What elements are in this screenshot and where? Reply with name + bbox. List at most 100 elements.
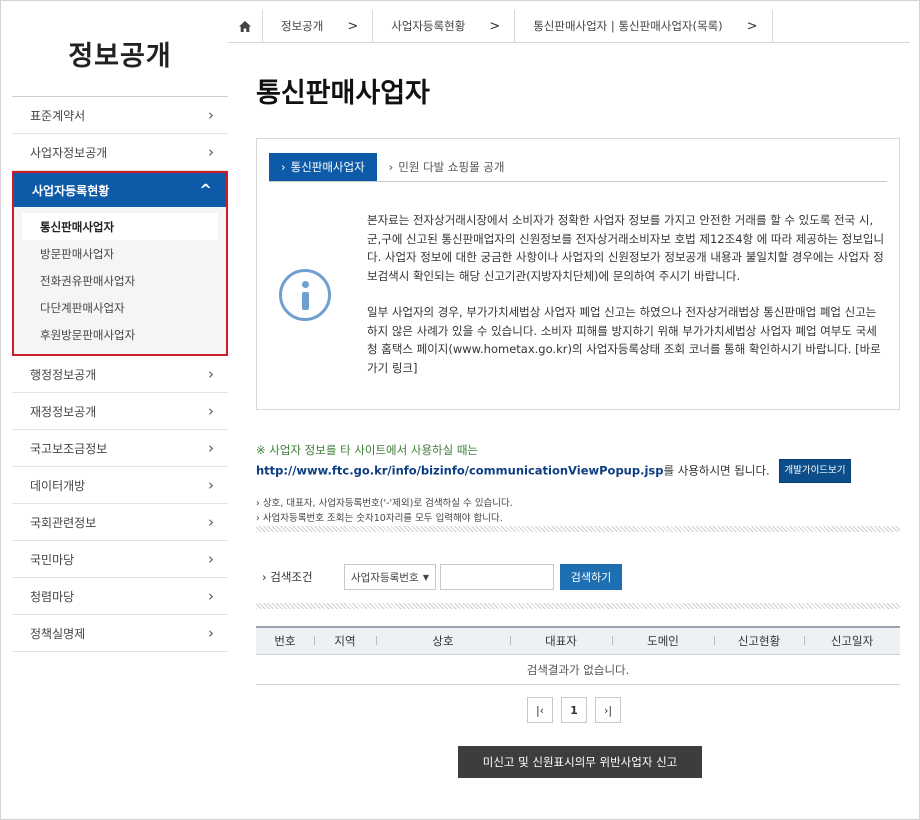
tab-label: 민원 다발 쇼핑몰 공개 [398, 159, 505, 174]
table-header: 번호 지역 상호 대표자 도메인 신고현황 신고일자 [256, 626, 900, 655]
page-number-button[interactable]: 1 [561, 697, 587, 723]
notice-suffix: 를 사용하시면 됩니다. [663, 463, 770, 478]
column-header: 도메인 [612, 633, 714, 649]
search-input[interactable] [440, 564, 554, 590]
dropdown-arrow-icon: ▼ [422, 572, 429, 582]
sidebar-item-business-info[interactable]: 사업자정보공개 › [12, 134, 228, 171]
tab-complaint-malls[interactable]: › 민원 다발 쇼핑몰 공개 [377, 153, 517, 181]
chevron-right-icon: › [208, 365, 214, 383]
sidebar-item-label: 국민마당 [30, 552, 75, 567]
sidebar-item-registration-status[interactable]: 사업자등록현황 ^ [14, 173, 226, 207]
sidebar-item-label: 국회관련정보 [30, 515, 97, 530]
sidebar-item-label: 표준계약서 [30, 108, 86, 123]
breadcrumb-label: 통신판매사업자 | 통신판매사업자(목록) [533, 19, 723, 33]
submenu-item-telecom-sales[interactable]: 통신판매사업자 [22, 213, 218, 240]
info-paragraph-1: 본자료는 전자상거래시장에서 소비자가 정확한 사업자 정보를 가지고 안전한 … [367, 213, 885, 283]
breadcrumb-label: 정보공개 [281, 19, 324, 33]
chevron-right-icon: › [388, 159, 394, 174]
info-icon [279, 269, 331, 321]
sidebar-item-label: 데이터개방 [30, 478, 86, 493]
report-violation-button[interactable]: 미신고 및 신원표시의무 위반사업자 신고 [458, 746, 702, 778]
search-type-select[interactable]: 사업자등록번호 ▼ [344, 564, 436, 590]
search-hints: › 상호, 대표자, 사업자등록번호('-'제외)로 검색하실 수 있습니다. … [256, 496, 900, 526]
chevron-right-icon: › [208, 439, 214, 457]
info-text: 본자료는 전자상거래시장에서 소비자가 정확한 사업자 정보를 가지고 안전한 … [367, 211, 887, 377]
search-button[interactable]: 검색하기 [560, 564, 622, 590]
chevron-right-icon: › [208, 476, 214, 494]
sidebar-item-integrity-yard[interactable]: 청렴마당 › [12, 578, 228, 615]
breadcrumb-label: 사업자등록현황 [391, 19, 466, 33]
chevron-right-icon: › [208, 106, 214, 124]
column-header: 대표자 [510, 633, 612, 649]
notice-line: ※ 사업자 정보를 타 사이트에서 사용하실 때는 [256, 443, 479, 457]
api-notice: ※ 사업자 정보를 타 사이트에서 사용하실 때는 http://www.ftc… [256, 441, 900, 483]
submenu-item-multilevel[interactable]: 다단계판매사업자 [22, 294, 218, 321]
sidebar-item-assembly-info[interactable]: 국회관련정보 › [12, 504, 228, 541]
info-paragraph-2: 일부 사업자의 경우, 부가가치세법상 사업자 폐업 신고는 하였으나 전자상거… [367, 305, 881, 375]
breadcrumb: 정보공개 > 사업자등록현황 > 통신판매사업자 | 통신판매사업자(목록) > [228, 9, 910, 43]
breadcrumb-item[interactable]: 정보공개 > [263, 9, 374, 43]
column-header: 지역 [314, 633, 376, 649]
breadcrumb-item[interactable]: 통신판매사업자 | 통신판매사업자(목록) > [515, 9, 773, 43]
chevron-right-icon: › [208, 143, 214, 161]
sidebar-item-admin-info[interactable]: 행정정보공개 › [12, 356, 228, 393]
page-title: 통신판매사업자 [256, 78, 430, 109]
chevron-right-icon: > [347, 18, 359, 34]
chevron-right-icon: > [489, 18, 501, 34]
sidebar-title: 정보공개 [12, 10, 228, 97]
last-page-button[interactable]: ›| [595, 697, 621, 723]
submenu-item-door-to-door[interactable]: 방문판매사업자 [22, 240, 218, 267]
column-header: 신고현황 [714, 633, 804, 649]
tab-label: 통신판매사업자 [290, 159, 365, 174]
submenu-item-telemarketing[interactable]: 전화권유판매사업자 [22, 267, 218, 294]
chevron-right-icon: › [208, 624, 214, 642]
sidebar-item-label: 사업자등록현황 [32, 183, 110, 198]
search-label: › 검색조건 [262, 570, 313, 584]
column-header: 신고일자 [804, 633, 900, 649]
sidebar-item-label: 국고보조금정보 [30, 441, 108, 456]
info-box: › 통신판매사업자 › 민원 다발 쇼핑몰 공개 본자료는 전자상거래시장에서 … [256, 138, 900, 410]
chevron-right-icon: › [208, 550, 214, 568]
tab-telecom-sales[interactable]: › 통신판매사업자 [269, 152, 377, 181]
divider [256, 603, 900, 609]
hint-line: › 상호, 대표자, 사업자등록번호('-'제외)로 검색하실 수 있습니다. [256, 498, 513, 509]
tab-bar: › 통신판매사업자 › 민원 다발 쇼핑몰 공개 [269, 152, 887, 182]
sidebar-item-label: 사업자정보공개 [30, 145, 108, 160]
notice-url-line: http://www.ftc.go.kr/info/bizinfo/commun… [256, 459, 900, 483]
api-url-link[interactable]: http://www.ftc.go.kr/info/bizinfo/commun… [256, 464, 664, 478]
hint-line: › 사업자등록번호 조회는 숫자10자리를 모두 입력해야 합니다. [256, 513, 503, 524]
column-header: 번호 [274, 634, 296, 648]
sidebar-item-open-data[interactable]: 데이터개방 › [12, 467, 228, 504]
dev-guide-button[interactable]: 개발가이드보기 [779, 459, 851, 483]
select-value: 사업자등록번호 [351, 571, 419, 584]
sidebar-item-subsidy-info[interactable]: 국고보조금정보 › [12, 430, 228, 467]
chevron-right-icon: › [208, 402, 214, 420]
pagination: |‹ 1 ›| [527, 697, 621, 723]
sidebar-item-label: 청렴마당 [30, 589, 75, 604]
results-table: 번호 지역 상호 대표자 도메인 신고현황 신고일자 검색결과가 없습니다. [256, 626, 900, 685]
search-bar: › 검색조건 사업자등록번호 ▼ 검색하기 [256, 563, 900, 591]
sidebar-item-citizen-yard[interactable]: 국민마당 › [12, 541, 228, 578]
breadcrumb-item[interactable]: 사업자등록현황 > [373, 9, 516, 43]
first-page-button[interactable]: |‹ [527, 697, 553, 723]
chevron-up-icon: ^ [199, 181, 212, 199]
chevron-right-icon: › [281, 159, 286, 174]
home-icon[interactable] [228, 9, 263, 43]
sidebar-item-finance-info[interactable]: 재정정보공개 › [12, 393, 228, 430]
divider [256, 526, 900, 532]
sidebar-item-label: 재정정보공개 [30, 404, 97, 419]
empty-result-message: 검색결과가 없습니다. [256, 655, 900, 685]
chevron-right-icon: › [208, 587, 214, 605]
sidebar-item-label: 정책실명제 [30, 626, 86, 641]
sidebar-item-policy-realname[interactable]: 정책실명제 › [12, 615, 228, 652]
info-body: 본자료는 전자상거래시장에서 소비자가 정확한 사업자 정보를 가지고 안전한 … [257, 197, 899, 409]
submenu: 통신판매사업자 방문판매사업자 전화권유판매사업자 다단계판매사업자 후원방문판… [14, 207, 226, 354]
submenu-item-sponsored-visit[interactable]: 후원방문판매사업자 [22, 321, 218, 348]
sidebar-item-standard-contract[interactable]: 표준계약서 › [12, 97, 228, 134]
sidebar: 정보공개 표준계약서 › 사업자정보공개 › 사업자등록현황 ^ 통신판매사업자… [12, 10, 228, 810]
sidebar-open-group: 사업자등록현황 ^ 통신판매사업자 방문판매사업자 전화권유판매사업자 다단계판… [12, 171, 228, 356]
sidebar-item-label: 행정정보공개 [30, 367, 97, 382]
chevron-right-icon: › [208, 513, 214, 531]
chevron-right-icon: > [746, 18, 758, 34]
column-header: 상호 [376, 633, 510, 649]
